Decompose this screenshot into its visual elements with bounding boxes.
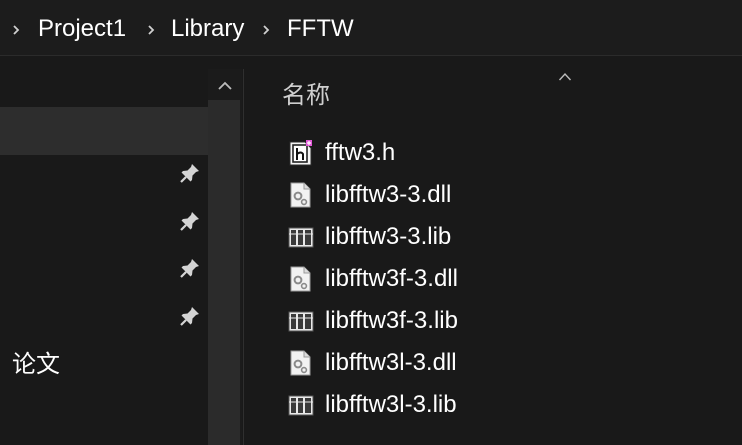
nav-item-label[interactable]: 论文 <box>0 349 60 381</box>
pin-icon[interactable] <box>178 209 202 233</box>
breadcrumb-chevron-icon[interactable] <box>260 24 272 36</box>
file-name: libfftw3l-3.lib <box>325 391 457 418</box>
file-name: libfftw3-3.dll <box>325 181 452 208</box>
address-bar[interactable]: Project1 Library FFTW <box>0 0 742 56</box>
scroll-thumb[interactable] <box>208 100 240 445</box>
lib-file-icon <box>288 223 314 251</box>
file-row[interactable]: libfftw3l-3.lib <box>284 384 734 426</box>
dll-file-icon <box>288 265 314 293</box>
breadcrumb-project1[interactable]: Project1 <box>38 15 126 43</box>
breadcrumb-chevron-icon[interactable] <box>10 24 22 36</box>
dll-file-icon <box>288 181 314 209</box>
breadcrumb-chevron-icon[interactable] <box>145 24 157 36</box>
file-row[interactable]: fftw3.h <box>284 132 734 174</box>
lib-file-icon <box>288 391 314 419</box>
sort-ascending-icon[interactable] <box>558 68 572 81</box>
breadcrumb-fftw[interactable]: FFTW <box>287 15 354 43</box>
file-name: libfftw3f-3.lib <box>325 307 458 334</box>
nav-item-selected[interactable] <box>0 107 208 155</box>
lib-file-icon <box>288 307 314 335</box>
scroll-up-arrow-icon[interactable] <box>216 79 234 91</box>
file-list: 名称 fftw3.h libfftw3-3.dll libfftw3-3.lib… <box>244 57 742 445</box>
breadcrumb-library[interactable]: Library <box>171 15 244 43</box>
pin-icon[interactable] <box>178 256 202 280</box>
file-row[interactable]: libfftw3-3.lib <box>284 216 734 258</box>
file-row[interactable]: libfftw3f-3.lib <box>284 300 734 342</box>
file-name: libfftw3-3.lib <box>325 223 452 250</box>
dll-file-icon <box>288 349 314 377</box>
navigation-pane: 论文 <box>0 57 208 445</box>
pin-icon[interactable] <box>178 161 202 185</box>
file-name: libfftw3f-3.dll <box>325 265 458 292</box>
nav-scrollbar[interactable] <box>208 69 242 445</box>
file-row[interactable]: libfftw3l-3.dll <box>284 342 734 384</box>
file-row[interactable]: libfftw3f-3.dll <box>284 258 734 300</box>
file-row[interactable]: libfftw3-3.dll <box>284 174 734 216</box>
file-name: fftw3.h <box>325 139 396 166</box>
header-file-icon <box>288 139 314 167</box>
file-name: libfftw3l-3.dll <box>325 349 457 376</box>
pin-icon[interactable] <box>178 304 202 328</box>
column-header-name[interactable]: 名称 <box>282 79 330 111</box>
